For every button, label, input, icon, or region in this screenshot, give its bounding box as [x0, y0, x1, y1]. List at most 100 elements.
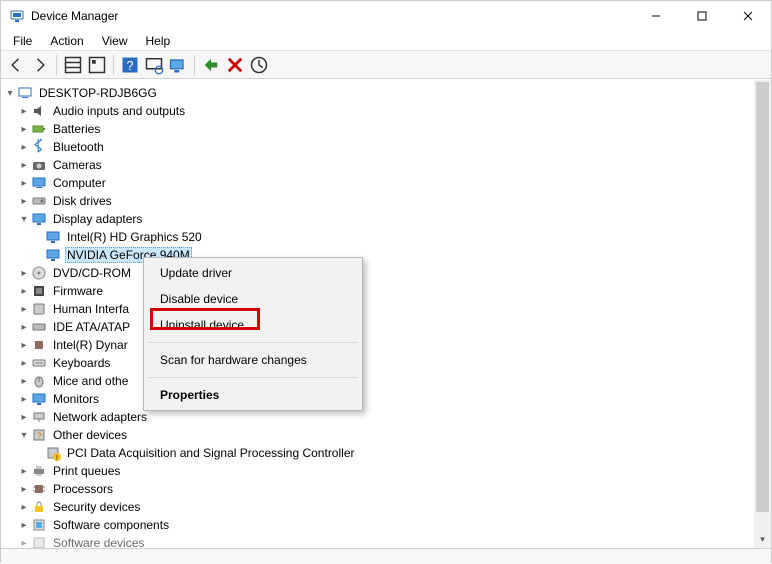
expand-icon[interactable]: ▸ — [17, 104, 31, 118]
update-driver-button[interactable] — [167, 54, 189, 76]
menu-file[interactable]: File — [5, 32, 40, 50]
expand-icon[interactable]: ▸ — [17, 518, 31, 532]
properties-button[interactable] — [86, 54, 108, 76]
expand-icon[interactable]: ▸ — [17, 194, 31, 208]
tree-node[interactable]: ▸ Batteries — [3, 120, 771, 138]
expand-icon[interactable]: ▸ — [17, 410, 31, 424]
tree-node[interactable]: ▸Computer — [3, 174, 771, 192]
tree-label: Keyboards — [51, 355, 112, 371]
tree-node[interactable]: ▸Software components — [3, 516, 771, 534]
tree-label: Software devices — [51, 535, 146, 548]
tree-node[interactable]: ▸ Keyboards — [3, 354, 771, 372]
enable-device-button[interactable] — [200, 54, 222, 76]
tree-node-root[interactable]: ▾ DESKTOP-RDJB6GG — [3, 84, 771, 102]
menu-help[interactable]: Help — [138, 32, 179, 50]
menu-view[interactable]: View — [94, 32, 136, 50]
expand-icon[interactable]: ▸ — [17, 302, 31, 316]
tree-node[interactable]: ▸Cameras — [3, 156, 771, 174]
expand-icon[interactable]: ▸ — [17, 374, 31, 388]
tree-node-other[interactable]: ▾?Other devices — [3, 426, 771, 444]
maximize-button[interactable] — [679, 1, 725, 31]
ctx-scan-hardware[interactable]: Scan for hardware changes — [146, 347, 360, 373]
help-button[interactable]: ? — [119, 54, 141, 76]
expand-icon[interactable]: ▸ — [17, 500, 31, 514]
collapse-icon[interactable]: ▾ — [17, 428, 31, 442]
tree-label: Batteries — [51, 121, 102, 137]
tree-node-display[interactable]: ▾ Display adapters — [3, 210, 771, 228]
expand-icon[interactable]: ▸ — [17, 176, 31, 190]
toolbar-separator — [194, 55, 195, 75]
expand-icon[interactable]: ▸ — [17, 266, 31, 280]
vertical-scrollbar[interactable]: ▾ — [754, 80, 771, 548]
expand-icon[interactable]: ▸ — [17, 482, 31, 496]
display-icon — [31, 211, 47, 227]
tree-node[interactable]: ▸ Firmware — [3, 282, 771, 300]
tree-node-child[interactable]: ·Intel(R) HD Graphics 520 — [3, 228, 771, 246]
tree-label: Display adapters — [51, 211, 144, 227]
software-icon — [31, 535, 47, 548]
scan-changes-button[interactable] — [248, 54, 270, 76]
tree-label: Firmware — [51, 283, 105, 299]
ctx-uninstall-device[interactable]: Uninstall device — [146, 312, 360, 338]
keyboard-icon — [31, 355, 47, 371]
tree-label: DESKTOP-RDJB6GG — [37, 85, 159, 101]
tree-node[interactable]: ▸DVD/CD-ROM — [3, 264, 771, 282]
tree-node[interactable]: ▸ IDE ATA/ATAP — [3, 318, 771, 336]
ctx-properties[interactable]: Properties — [146, 382, 360, 408]
expand-icon[interactable]: ▸ — [17, 338, 31, 352]
back-button[interactable] — [5, 54, 27, 76]
tree-node[interactable]: ▸Human Interfa — [3, 300, 771, 318]
uninstall-device-button[interactable] — [224, 54, 246, 76]
firmware-icon — [31, 283, 47, 299]
expand-icon[interactable]: ▸ — [17, 392, 31, 406]
minimize-button[interactable] — [633, 1, 679, 31]
unknown-device-icon: ! — [45, 445, 61, 461]
expand-icon[interactable]: ▸ — [17, 158, 31, 172]
device-tree[interactable]: ▾ DESKTOP-RDJB6GG ▸Audio inputs and outp… — [1, 80, 771, 548]
ide-icon — [31, 319, 47, 335]
tree-node[interactable]: ▸ Print queues — [3, 462, 771, 480]
toolbar-separator — [56, 55, 57, 75]
expand-icon[interactable]: ▸ — [17, 536, 31, 548]
tree-node-child[interactable]: ·!PCI Data Acquisition and Signal Proces… — [3, 444, 771, 462]
tree-node[interactable]: ▸Intel(R) Dynar — [3, 336, 771, 354]
context-menu: Update driver Disable device Uninstall d… — [143, 257, 363, 411]
tree-node[interactable]: ▸Monitors — [3, 390, 771, 408]
menu-action[interactable]: Action — [42, 32, 91, 50]
collapse-icon[interactable]: ▾ — [3, 86, 17, 100]
tree-pane: ▾ DESKTOP-RDJB6GG ▸Audio inputs and outp… — [1, 79, 771, 548]
expand-icon[interactable]: ▸ — [17, 464, 31, 478]
tree-node[interactable]: ▸ Software devices — [3, 534, 771, 548]
status-bar — [1, 548, 771, 564]
expand-icon[interactable]: ▸ — [17, 356, 31, 370]
scan-hardware-button[interactable] — [143, 54, 165, 76]
expand-icon[interactable]: ▸ — [17, 284, 31, 298]
scroll-down-icon[interactable]: ▾ — [754, 531, 771, 548]
expand-icon[interactable]: ▸ — [17, 140, 31, 154]
tree-label: Bluetooth — [51, 139, 106, 155]
tree-node[interactable]: ▸Disk drives — [3, 192, 771, 210]
scrollbar-thumb[interactable] — [756, 82, 769, 512]
close-button[interactable] — [725, 1, 771, 31]
tree-node-child-selected[interactable]: ·NVIDIA GeForce 940M — [3, 246, 771, 264]
ctx-disable-device[interactable]: Disable device — [146, 286, 360, 312]
tree-node[interactable]: ▸ Bluetooth — [3, 138, 771, 156]
collapse-icon[interactable]: ▾ — [17, 212, 31, 226]
forward-button[interactable] — [29, 54, 51, 76]
tree-label: Print queues — [51, 463, 122, 479]
tree-label: Other devices — [51, 427, 129, 443]
tree-node[interactable]: ▸Audio inputs and outputs — [3, 102, 771, 120]
ctx-update-driver[interactable]: Update driver — [146, 260, 360, 286]
tree-node[interactable]: ▸Processors — [3, 480, 771, 498]
cpu-icon — [31, 481, 47, 497]
network-icon — [31, 409, 47, 425]
tree-node[interactable]: ▸Network adapters — [3, 408, 771, 426]
tree-node[interactable]: ▸Security devices — [3, 498, 771, 516]
expand-icon[interactable]: ▸ — [17, 122, 31, 136]
expand-icon[interactable]: ▸ — [17, 320, 31, 334]
svg-text:!: ! — [56, 455, 58, 461]
audio-icon — [31, 103, 47, 119]
show-hide-tree-button[interactable] — [62, 54, 84, 76]
tree-node[interactable]: ▸Mice and othe — [3, 372, 771, 390]
tree-label: IDE ATA/ATAP — [51, 319, 132, 335]
